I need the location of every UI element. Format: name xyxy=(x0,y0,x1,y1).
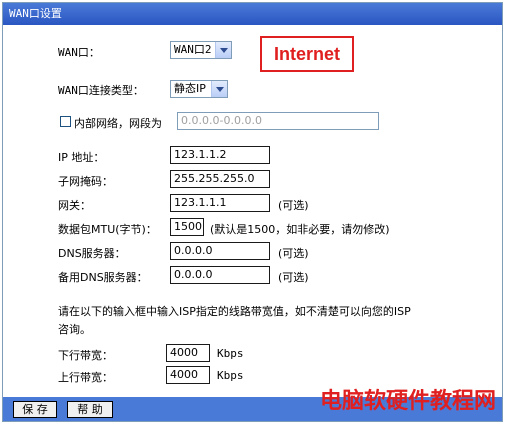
mtu-input[interactable]: 1500 xyxy=(170,218,204,236)
dns-label: DNS服务器： xyxy=(58,247,126,260)
mask-label: 子网掩码： xyxy=(58,175,113,188)
dns2-label: 备用DNS服务器： xyxy=(58,271,148,284)
up-bandwidth-label: 上行带宽： xyxy=(58,371,113,384)
ip-input[interactable]: 123.1.1.2 xyxy=(170,146,270,164)
watermark: 电脑软硬件教程网 xyxy=(319,389,496,414)
internet-annotation: Internet xyxy=(260,36,354,72)
chevron-down-icon[interactable] xyxy=(215,42,231,58)
mtu-hint: (默认是1500，如非必要，请勿修改) xyxy=(210,223,390,236)
save-button[interactable]: 保 存 xyxy=(13,401,57,418)
internal-net-checkbox[interactable] xyxy=(60,116,71,127)
up-bandwidth-input[interactable]: 4000 xyxy=(166,366,210,384)
gateway-label: 网关： xyxy=(58,199,91,212)
internal-net-range-input[interactable]: 0.0.0.0-0.0.0.0 xyxy=(177,112,379,130)
panel-title: WAN口设置 xyxy=(3,3,502,25)
gateway-input[interactable]: 123.1.1.1 xyxy=(170,194,270,212)
dns-hint: (可选) xyxy=(278,247,309,260)
up-bandwidth-unit: Kbps xyxy=(217,369,244,382)
backup-dns-input[interactable]: 0.0.0.0 xyxy=(170,266,270,284)
down-bandwidth-input[interactable]: 4000 xyxy=(166,344,210,362)
conn-type-label: WAN口连接类型： xyxy=(58,84,144,97)
internal-net-label: 内部网络，网段为 xyxy=(74,117,162,130)
bandwidth-note-line2: 咨询。 xyxy=(58,323,91,336)
wan-port-label: WAN口： xyxy=(58,46,100,59)
dns2-hint: (可选) xyxy=(278,271,309,284)
dns-input[interactable]: 0.0.0.0 xyxy=(170,242,270,260)
down-bandwidth-unit: Kbps xyxy=(217,347,244,360)
wan-port-select[interactable]: WAN口2 xyxy=(170,41,232,59)
subnet-mask-input[interactable]: 255.255.255.0 xyxy=(170,170,270,188)
bandwidth-note-line1: 请在以下的输入框中输入ISP指定的线路带宽值，如不清楚可以向您的ISP xyxy=(58,305,411,318)
conn-type-select[interactable]: 静态IP xyxy=(170,80,228,98)
help-button[interactable]: 帮 助 xyxy=(67,401,113,418)
wan-port-value: WAN口2 xyxy=(174,43,212,56)
down-bandwidth-label: 下行带宽： xyxy=(58,349,113,362)
gateway-hint: (可选) xyxy=(278,199,309,212)
chevron-down-icon[interactable] xyxy=(211,81,227,97)
mtu-label: 数据包MTU(字节)： xyxy=(58,223,157,236)
conn-type-value: 静态IP xyxy=(174,82,206,95)
settings-panel: WAN口设置 Internet WAN口： WAN口2 WAN口连接类型： 静态… xyxy=(2,2,503,422)
ip-label: IP 地址： xyxy=(58,151,105,164)
